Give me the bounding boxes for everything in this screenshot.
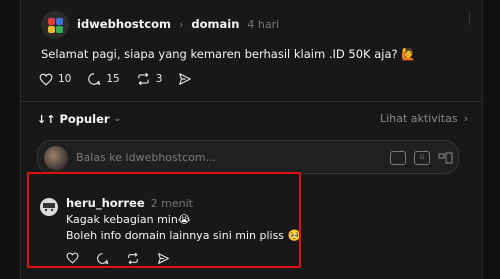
highlight-box <box>27 172 301 268</box>
sort-label: Populer <box>59 112 110 126</box>
like-count: 10 <box>58 73 72 85</box>
send-icon <box>179 73 192 85</box>
chevron-right-icon: › <box>463 112 468 125</box>
section-divider <box>21 101 482 102</box>
post-author-avatar[interactable] <box>41 11 69 39</box>
comment-icon <box>88 73 101 85</box>
post-author-name[interactable]: idwebhostcom <box>77 17 171 31</box>
post-actions: 10 15 3 <box>39 72 192 86</box>
header-divider <box>469 11 470 25</box>
post-text: Selamat pagi, siapa yang kemaren berhasi… <box>41 47 416 61</box>
gif-icon[interactable]: G <box>414 151 430 165</box>
reply-composer[interactable]: Balas ke idwebhostcom... G <box>37 140 459 174</box>
attachment-tools: G <box>390 151 454 165</box>
repost-button[interactable]: 3 <box>136 72 163 86</box>
post-header: idwebhostcom › domain 4 hari <box>77 17 279 31</box>
image-icon[interactable] <box>390 151 406 165</box>
thread-panel: idwebhostcom › domain 4 hari Selamat pag… <box>20 0 483 279</box>
chevron-down-icon: ⌄ <box>113 114 122 124</box>
heart-icon <box>39 73 53 86</box>
post-time: 4 hari <box>247 17 280 31</box>
repost-icon <box>138 72 149 86</box>
repost-count: 3 <box>155 73 163 85</box>
activity-label: Lihat aktivitas <box>380 112 458 125</box>
breadcrumb-separator: › <box>178 17 184 31</box>
comment-count: 15 <box>106 73 120 85</box>
post-topic[interactable]: domain <box>191 17 239 31</box>
poll-icon[interactable] <box>438 151 454 165</box>
share-button[interactable] <box>178 72 192 86</box>
like-button[interactable]: 10 <box>39 72 71 86</box>
current-user-avatar <box>44 146 68 170</box>
view-activity-link[interactable]: Lihat aktivitas › <box>380 112 468 125</box>
reply-input[interactable]: Balas ke idwebhostcom... <box>76 151 216 164</box>
sort-icon: ↓↑ <box>37 112 56 126</box>
comment-button[interactable]: 15 <box>87 72 120 86</box>
sort-dropdown[interactable]: ↓↑ Populer ⌄ <box>37 112 121 126</box>
